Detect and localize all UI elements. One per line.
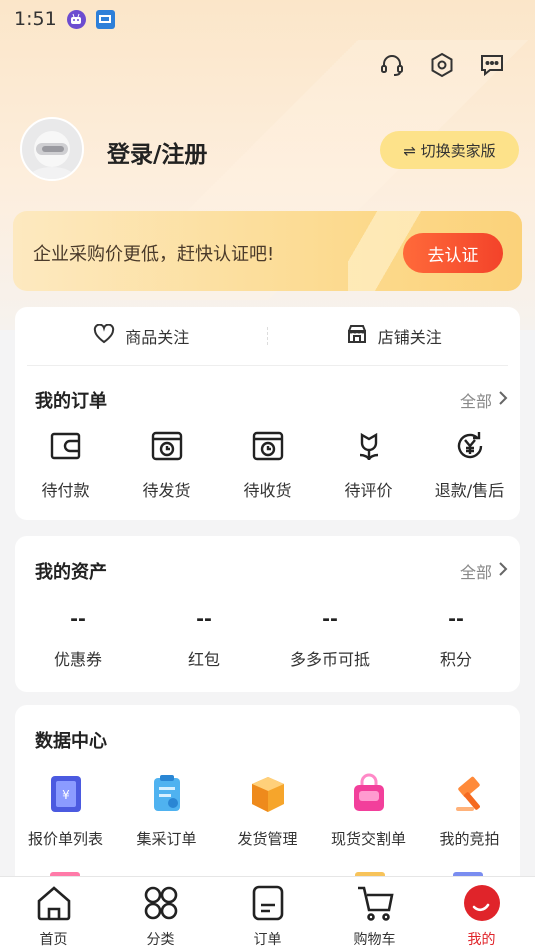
chevron-right-icon: [498, 390, 508, 410]
bottom-tab-bar: 首页 分类 订单 购物车 我的: [0, 876, 535, 952]
asset-coins[interactable]: -- 多多币可抵: [267, 608, 393, 670]
orders-card: 商品关注 店铺关注 我的订单 全部 待付款 待发货 待收货 待评价 退款/售后: [15, 307, 520, 520]
yen-refund-icon: [453, 429, 487, 467]
android-robot-icon: [66, 9, 86, 29]
svg-text:¥: ¥: [62, 788, 70, 802]
order-pending-shipment[interactable]: 待发货: [116, 429, 217, 501]
wallet-icon: [49, 429, 83, 467]
app-notification-icon: [95, 9, 115, 29]
order-status-label: 退款/售后: [434, 481, 505, 500]
header-actions: [379, 52, 505, 78]
store-icon: [346, 323, 368, 349]
category-icon: [141, 883, 181, 927]
order-status-label: 待评价: [344, 481, 393, 500]
product-follow-label: 商品关注: [125, 328, 190, 347]
order-status-label: 待收货: [243, 481, 292, 500]
status-bar: 1:51: [14, 6, 115, 32]
asset-value: --: [448, 608, 464, 630]
asset-value: --: [70, 608, 86, 630]
data-center-label: 报价单列表: [27, 830, 103, 848]
quote-list-icon: ¥: [46, 773, 86, 819]
divider: [267, 327, 268, 345]
avatar[interactable]: [20, 117, 84, 181]
spot-delivery-item[interactable]: 现货交割单: [318, 773, 419, 849]
assets-all-link[interactable]: 全部: [460, 559, 508, 583]
tab-label: 订单: [253, 932, 282, 948]
login-register-link[interactable]: 登录/注册: [107, 135, 207, 169]
assets-all-label: 全部: [459, 563, 492, 582]
store-follow-button[interactable]: 店铺关注: [268, 307, 521, 365]
auction-hammer-icon: [450, 773, 490, 819]
asset-coupon[interactable]: -- 优惠券: [15, 608, 141, 670]
asset-label: 积分: [439, 650, 472, 669]
orders-all-label: 全部: [459, 392, 492, 411]
data-center-row: ¥ 报价单列表 集采订单 发货管理 现货交割单 我的竞拍: [15, 773, 520, 849]
assets-card: 我的资产 全部 -- 优惠券 -- 红包 -- 多多币可抵 -- 积分: [15, 536, 520, 692]
order-pending-receipt[interactable]: 待收货: [217, 429, 318, 501]
order-pending-payment[interactable]: 待付款: [15, 429, 116, 501]
data-center-label: 发货管理: [237, 830, 298, 848]
order-icon: [248, 883, 288, 927]
data-center-label: 现货交割单: [330, 830, 406, 848]
asset-label: 优惠券: [53, 650, 102, 669]
heart-icon: [93, 323, 115, 348]
clipboard-icon: [147, 773, 187, 819]
product-follow-button[interactable]: 商品关注: [15, 307, 268, 365]
data-center-title: 数据中心: [35, 731, 107, 752]
my-auction-item[interactable]: 我的竞拍: [419, 773, 520, 849]
quote-list-item[interactable]: ¥ 报价单列表: [15, 773, 116, 849]
verify-button[interactable]: 去认证: [403, 233, 503, 273]
tab-category[interactable]: 分类: [107, 877, 214, 952]
order-status-label: 待付款: [41, 481, 90, 500]
customer-service-icon[interactable]: [379, 52, 405, 78]
data-center-label: 集采订单: [136, 830, 197, 848]
asset-points[interactable]: -- 积分: [393, 608, 519, 670]
clock-box-icon: [150, 429, 184, 467]
assets-row: -- 优惠券 -- 红包 -- 多多币可抵 -- 积分: [15, 608, 520, 670]
order-status-label: 待发货: [142, 481, 191, 500]
switch-seller-button[interactable]: ⇌ 切换卖家版: [380, 131, 519, 169]
divider: [27, 365, 508, 366]
flower-icon: [352, 429, 386, 467]
data-center-card: 数据中心 ¥ 报价单列表 集采订单 发货管理 现货交割单 我的竞拍: [15, 705, 520, 905]
order-refund-aftersale[interactable]: 退款/售后: [419, 429, 520, 501]
tab-cart[interactable]: 购物车: [321, 877, 428, 952]
shipping-management-item[interactable]: 发货管理: [217, 773, 318, 849]
asset-label: 红包: [187, 650, 220, 669]
tab-label: 分类: [146, 932, 175, 948]
asset-label: 多多币可抵: [289, 650, 370, 669]
orders-title: 我的订单: [35, 391, 107, 412]
banner-text: 企业采购价更低，赶快认证吧!: [33, 244, 275, 265]
verify-banner: 企业采购价更低，赶快认证吧! 去认证: [13, 211, 522, 291]
tab-profile[interactable]: 我的: [428, 877, 535, 952]
asset-red-packet[interactable]: -- 红包: [141, 608, 267, 670]
cart-icon: [355, 883, 395, 927]
data-center-label: 我的竞拍: [439, 830, 500, 848]
status-time: 1:51: [14, 8, 57, 30]
home-icon: [34, 883, 74, 927]
assets-title: 我的资产: [35, 562, 107, 583]
order-status-row: 待付款 待发货 待收货 待评价 退款/售后: [15, 429, 520, 501]
store-follow-label: 店铺关注: [377, 328, 442, 347]
asset-value: --: [196, 608, 212, 630]
shopping-bag-icon: [349, 773, 389, 819]
tab-orders[interactable]: 订单: [214, 877, 321, 952]
settings-icon[interactable]: [429, 52, 455, 78]
message-icon[interactable]: [479, 52, 505, 78]
profile-icon: [462, 883, 502, 927]
tab-label: 首页: [39, 932, 68, 948]
tab-label: 我的: [467, 932, 496, 948]
clock-box-icon: [251, 429, 285, 467]
chevron-right-icon: [498, 561, 508, 581]
asset-value: --: [322, 608, 338, 630]
tab-label: 购物车: [353, 932, 396, 948]
orders-all-link[interactable]: 全部: [460, 388, 508, 412]
bulk-order-item[interactable]: 集采订单: [116, 773, 217, 849]
tab-home[interactable]: 首页: [0, 877, 107, 952]
shipping-box-icon: [248, 773, 288, 819]
order-pending-review[interactable]: 待评价: [318, 429, 419, 501]
